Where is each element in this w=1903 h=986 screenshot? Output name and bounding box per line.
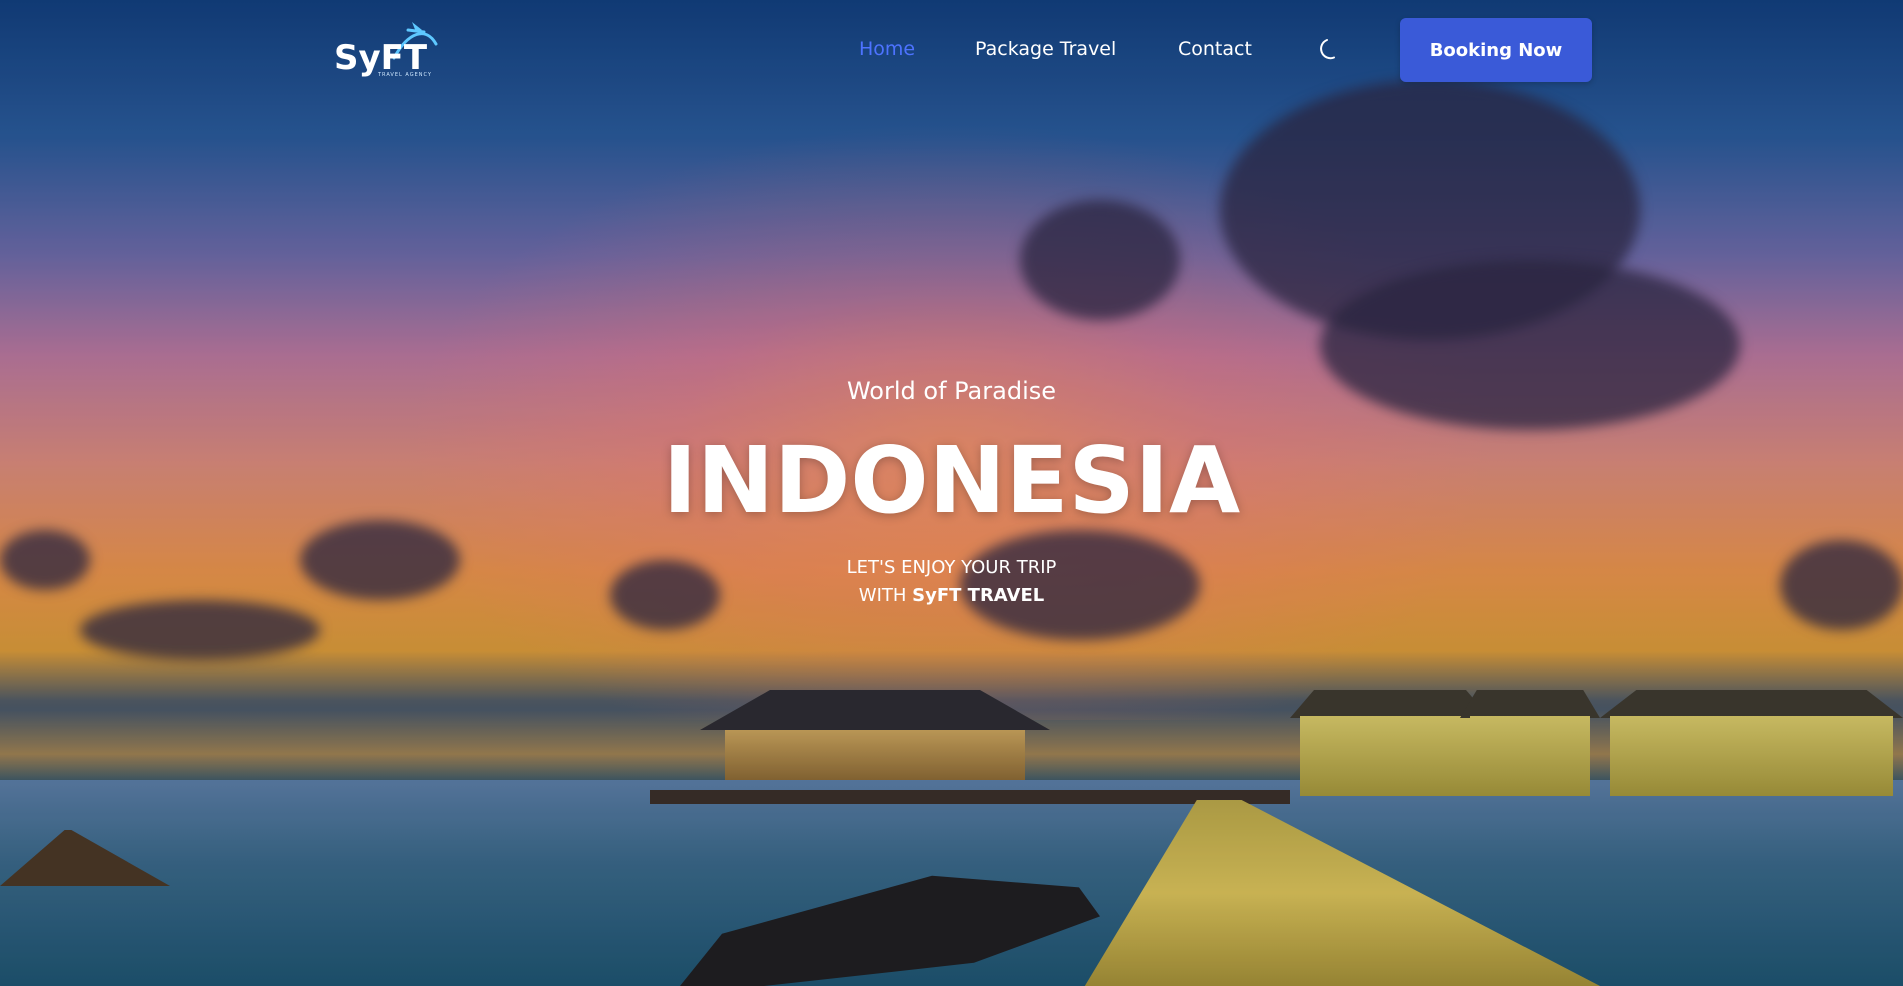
hero-title: INDONESIA [662,427,1241,534]
nav-item-home[interactable]: Home [859,34,915,64]
nav-item-contact[interactable]: Contact [1178,34,1252,64]
hero-tagline: LET'S ENJOY YOUR TRIP WITH SyFT TRAVEL [0,554,1903,610]
tagline-line-1: LET'S ENJOY YOUR TRIP [846,557,1057,578]
booking-now-button[interactable]: Booking Now [1400,18,1592,82]
moon-icon[interactable] [1316,37,1342,63]
tagline-brand: SyFT TRAVEL [912,585,1045,606]
tagline-prefix: WITH [858,585,913,606]
hero-text: World of Paradise INDONESIA LET'S ENJOY … [0,370,1903,610]
nav-item-package-travel[interactable]: Package Travel [975,34,1116,64]
brand-logo[interactable]: SyFT TRAVEL AGENCY [334,18,444,82]
hero-subtitle: World of Paradise [846,377,1056,405]
brand-subtitle: TRAVEL AGENCY [378,72,432,78]
hero-section: SyFT TRAVEL AGENCY Home Package Travel C… [0,0,1903,986]
top-nav: SyFT TRAVEL AGENCY Home Package Travel C… [0,0,1903,100]
